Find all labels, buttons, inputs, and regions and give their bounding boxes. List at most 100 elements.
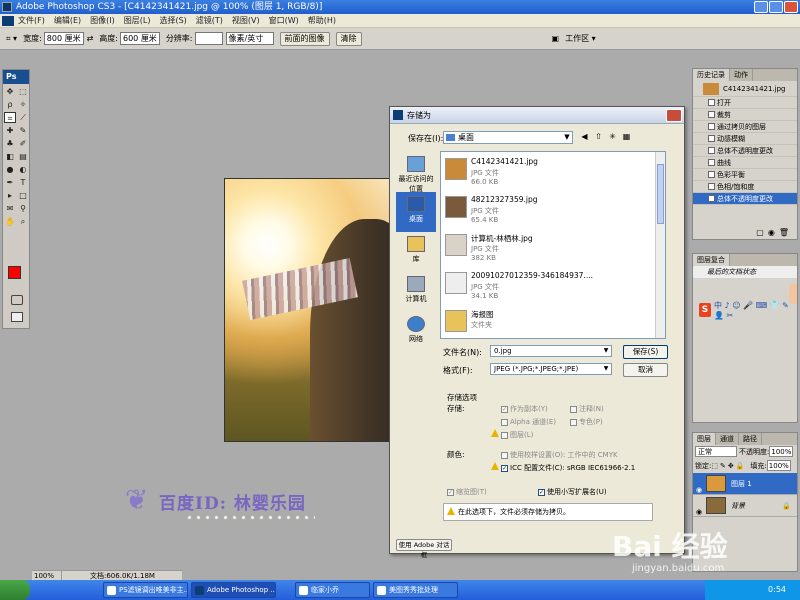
crop-tool-icon[interactable]: ⌗ ▾ — [6, 34, 17, 44]
crop-tool-icon[interactable]: ⌗ — [4, 112, 16, 123]
foreground-color-swatch[interactable] — [8, 266, 21, 279]
tab-actions[interactable]: 动作 — [730, 69, 753, 81]
format-select[interactable]: JPEG (*.JPG;*.JPEG;*.JPE) ▼ — [490, 363, 612, 375]
move-tool-icon[interactable]: ✥ — [4, 86, 16, 97]
menu-select[interactable]: 选择(S) — [159, 15, 186, 26]
dodge-tool-icon[interactable]: ◐ — [17, 164, 29, 175]
opacity-field[interactable]: 100% — [769, 446, 794, 457]
menu-view[interactable]: 视图(V) — [232, 15, 260, 26]
maximize-button[interactable] — [769, 1, 783, 13]
notes-checkbox[interactable]: 注释(N) — [570, 404, 604, 414]
brush-tool-icon[interactable]: ✎ — [17, 125, 29, 136]
tab-paths[interactable]: 路径 — [739, 433, 762, 445]
height-field[interactable]: 600 厘米 — [120, 32, 160, 45]
screen-mode-icon[interactable] — [11, 312, 23, 322]
back-icon[interactable]: ◀ — [579, 131, 590, 142]
history-item[interactable]: 打开 — [693, 97, 797, 109]
alpha-checkbox[interactable]: Alpha 通道(E) — [501, 417, 556, 427]
taskbar-item[interactable]: PS滤镜调出唯美非主... — [103, 582, 188, 598]
width-field[interactable]: 800 厘米 — [43, 32, 84, 45]
blur-tool-icon[interactable]: ● — [4, 164, 16, 175]
history-item[interactable]: 色彩平衡 — [693, 169, 797, 181]
proof-checkbox[interactable]: 使用校样设置(O): 工作中的 CMYK — [501, 450, 618, 460]
history-item[interactable]: 裁剪 — [693, 109, 797, 121]
history-item[interactable]: 动感模糊 — [693, 133, 797, 145]
file-item[interactable]: 48212327359.jpg JPG 文件 65.4 KB — [445, 192, 645, 228]
close-button[interactable] — [784, 1, 798, 13]
resolution-field[interactable] — [194, 32, 223, 45]
taskbar-item-active[interactable]: Adobe Photoshop ... — [191, 582, 276, 598]
menu-layer[interactable]: 图层(L) — [124, 15, 151, 26]
pen-tool-icon[interactable]: ✒ — [4, 177, 16, 188]
lowercase-ext-checkbox[interactable]: ✓ 使用小写扩展名(U) — [538, 487, 607, 497]
lock-icons[interactable]: ⬚✎✥🔒 — [711, 459, 746, 473]
scrollbar-thumb[interactable] — [657, 164, 664, 224]
file-list-scrollbar[interactable] — [655, 152, 665, 338]
place-library[interactable]: 库 — [396, 232, 436, 272]
eye-icon[interactable]: ◉ — [696, 501, 702, 523]
lasso-tool-icon[interactable]: ρ — [4, 99, 16, 110]
front-image-button[interactable]: 前面的图像 — [279, 31, 330, 46]
filename-input[interactable]: 0.jpg ▼ — [490, 345, 612, 357]
bridge-icon[interactable]: ▣ — [552, 34, 560, 43]
as-copy-checkbox[interactable]: ✓ 作为副本(Y) — [501, 404, 548, 414]
new-folder-icon[interactable]: ✳ — [607, 131, 618, 142]
clock[interactable]: 0:54 — [768, 585, 786, 594]
tab-layers[interactable]: 图层 — [693, 433, 716, 445]
dialog-close-button[interactable] — [666, 109, 682, 122]
workspace-menu[interactable]: 工作区 ▾ — [565, 33, 596, 44]
start-button[interactable] — [0, 580, 30, 600]
file-item[interactable]: 20091027012359-346184937.... JPG 文件 34.1… — [445, 268, 645, 304]
history-item[interactable]: 曲线 — [693, 157, 797, 169]
file-list[interactable]: C4142341421.jpg JPG 文件 66.0 KB 482123273… — [440, 151, 666, 339]
tab-layer-comps[interactable]: 图层复合 — [693, 254, 730, 266]
layer-row-selected[interactable]: ◉ 图层 1 — [693, 473, 797, 495]
sogou-ime-bar[interactable]: S 中 ♪ ☺ 🎤 ⌨ 👕 ✎ 👤 ✂ — [699, 300, 797, 320]
type-tool-icon[interactable]: T — [17, 177, 29, 188]
last-document-state[interactable]: 最后的文档状态 — [693, 266, 797, 278]
notes-tool-icon[interactable]: ✉ — [4, 203, 16, 214]
dialog-title-bar[interactable]: 存储为 — [390, 107, 684, 124]
quick-mask-icon[interactable] — [11, 295, 23, 305]
tab-history[interactable]: 历史记录 — [693, 69, 730, 81]
view-menu-icon[interactable]: ▦ — [621, 131, 632, 142]
taskbar-item[interactable]: 美图秀秀批处理 — [373, 582, 458, 598]
use-adobe-dialog-button[interactable]: 使用 Adobe 对话框 — [396, 539, 452, 559]
place-computer[interactable]: 计算机 — [396, 272, 436, 312]
document-canvas[interactable] — [224, 178, 394, 442]
spot-checkbox[interactable]: 专色(P) — [570, 417, 603, 427]
place-network[interactable]: 网络 — [396, 312, 436, 352]
zoom-tool-icon[interactable]: ⌕ — [17, 216, 29, 227]
gradient-tool-icon[interactable]: ▤ — [17, 151, 29, 162]
history-item[interactable]: 色相/饱和度 — [693, 181, 797, 193]
eraser-tool-icon[interactable]: ◧ — [4, 151, 16, 162]
history-item[interactable]: 通过拷贝的图层 — [693, 121, 797, 133]
history-brush-icon[interactable]: ✐ — [17, 138, 29, 149]
menu-file[interactable]: 文件(F) — [18, 15, 45, 26]
stamp-tool-icon[interactable]: ♣ — [4, 138, 16, 149]
up-folder-icon[interactable]: ⇧ — [593, 131, 604, 142]
menu-filter[interactable]: 滤镜(T) — [196, 15, 223, 26]
panel-resize-handle[interactable] — [789, 284, 797, 304]
file-item[interactable]: 计算机-林栖林.jpg JPG 文件 382 KB — [445, 230, 645, 266]
menu-edit[interactable]: 编辑(E) — [54, 15, 81, 26]
fill-field[interactable]: 100% — [766, 460, 791, 471]
menu-image[interactable]: 图像(I) — [90, 15, 115, 26]
new-document-icon[interactable]: ▢ — [756, 228, 768, 237]
history-item[interactable]: 总体不透明度更改 — [693, 145, 797, 157]
zoom-level[interactable]: 100% — [32, 571, 62, 580]
path-select-icon[interactable]: ▸ — [4, 190, 16, 201]
healing-icon[interactable]: ✚ — [4, 125, 16, 136]
magic-wand-icon[interactable]: ✧ — [17, 99, 29, 110]
layers-checkbox[interactable]: 图层(L) — [501, 430, 533, 440]
minimize-button[interactable] — [754, 1, 768, 13]
clear-button[interactable]: 清除 — [335, 31, 362, 46]
folder-item[interactable]: 海报图 文件夹 — [445, 306, 645, 338]
trash-icon[interactable]: 🗑 — [779, 228, 793, 237]
hand-tool-icon[interactable]: ✋ — [4, 216, 16, 227]
slice-tool-icon[interactable]: ⟋ — [17, 112, 29, 123]
ps-menu-icon[interactable] — [2, 15, 14, 26]
cancel-button[interactable]: 取消 — [623, 363, 668, 377]
app-title-bar[interactable]: Adobe Photoshop CS3 - [C4142341421.jpg @… — [0, 0, 800, 14]
layer-row[interactable]: ◉ 背景 🔒 — [693, 495, 797, 517]
